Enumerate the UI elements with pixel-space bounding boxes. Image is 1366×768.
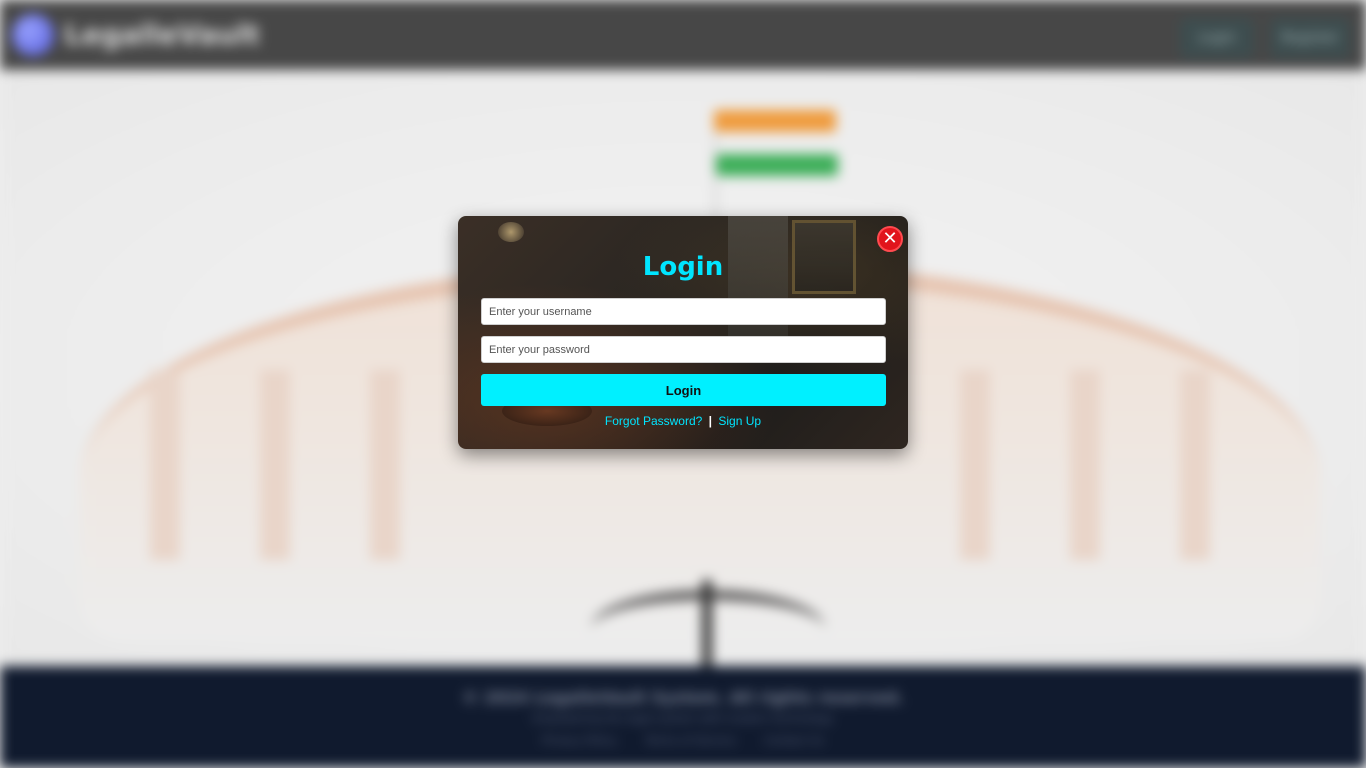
close-modal-button[interactable]: ✕	[877, 226, 903, 252]
site-footer: © 2024 LegalleVault System. All rights r…	[0, 666, 1366, 768]
link-separator: |	[708, 414, 713, 428]
brand-name: LegalleVault	[64, 18, 260, 51]
building-column	[370, 370, 400, 560]
footer-link-contact: Contact Us	[763, 734, 824, 747]
site-header: LegalleVault Login Register	[0, 0, 1366, 70]
building-column	[1070, 370, 1100, 560]
login-modal: Login Login Forgot Password? | Sign Up	[458, 216, 908, 449]
login-submit-button[interactable]: Login	[481, 374, 886, 406]
footer-tagline: Empowering the legal system with modern …	[532, 712, 834, 725]
close-icon: ✕	[882, 228, 898, 249]
signup-link[interactable]: Sign Up	[718, 414, 761, 428]
nav-register-button: Register	[1270, 18, 1350, 58]
footer-links: Privacy Policy Terms of Service Contact …	[0, 734, 1366, 747]
footer-link-privacy: Privacy Policy	[542, 734, 618, 747]
modal-title: Login	[642, 252, 724, 282]
lamp-post	[702, 580, 712, 666]
footer-link-terms: Terms of Service	[645, 734, 736, 747]
flag-stripe-saffron	[714, 110, 836, 132]
auth-links: Forgot Password? | Sign Up	[458, 414, 908, 428]
forgot-password-link[interactable]: Forgot Password?	[605, 414, 702, 428]
footer-copyright: © 2024 LegalleVault System. All rights r…	[462, 688, 904, 707]
building-column	[1180, 370, 1210, 560]
nav-login-button: Login	[1180, 18, 1254, 58]
password-input[interactable]	[481, 336, 886, 363]
building-column	[960, 370, 990, 560]
chandelier-decoration	[498, 222, 524, 242]
flag-stripe-green	[716, 154, 838, 176]
building-column	[150, 370, 180, 560]
building-column	[260, 370, 290, 560]
logo-icon	[12, 14, 54, 56]
username-input[interactable]	[481, 298, 886, 325]
